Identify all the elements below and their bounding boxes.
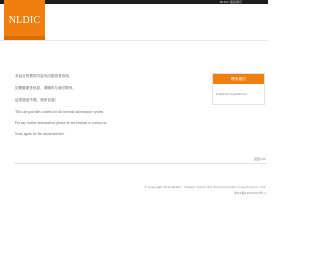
notice-line-cn-1: 本站点的是供内容为内部信息系统。 xyxy=(15,74,73,78)
header-divider xyxy=(0,40,268,41)
site-logo[interactable]: NLDIC xyxy=(4,0,45,40)
contact-email-link[interactable]: E-mail:service@nldic.net xyxy=(216,92,247,96)
contact-box-title: 联系我们 xyxy=(213,74,264,84)
footer-copyright: © Copyright 2011 NLDIC - Design: Tianjin… xyxy=(144,185,266,189)
top-contact-link[interactable]: NLDIC 联系我们 xyxy=(220,0,242,4)
notice-line-en-3: Sorry again for the inconvenience. xyxy=(15,132,65,136)
notice-line-cn-3: 给您造成不便，请多包涵！ xyxy=(15,98,59,102)
footer-divider xyxy=(14,163,267,164)
footer-icp-link[interactable]: 津ICP备12000003号-1 xyxy=(234,191,266,195)
notice-line-en-2: For any further information, please do n… xyxy=(15,121,108,125)
logo-text: NLDIC xyxy=(8,14,41,26)
notice-line-cn-2: 如需要更多信息，请随时与我们联系。 xyxy=(15,86,77,90)
back-to-top-link[interactable]: 返回TOP xyxy=(254,157,266,161)
contact-box: 联系我们 E-mail:service@nldic.net xyxy=(212,73,265,105)
notice-line-en-1: This site provides content for the inter… xyxy=(15,110,104,114)
